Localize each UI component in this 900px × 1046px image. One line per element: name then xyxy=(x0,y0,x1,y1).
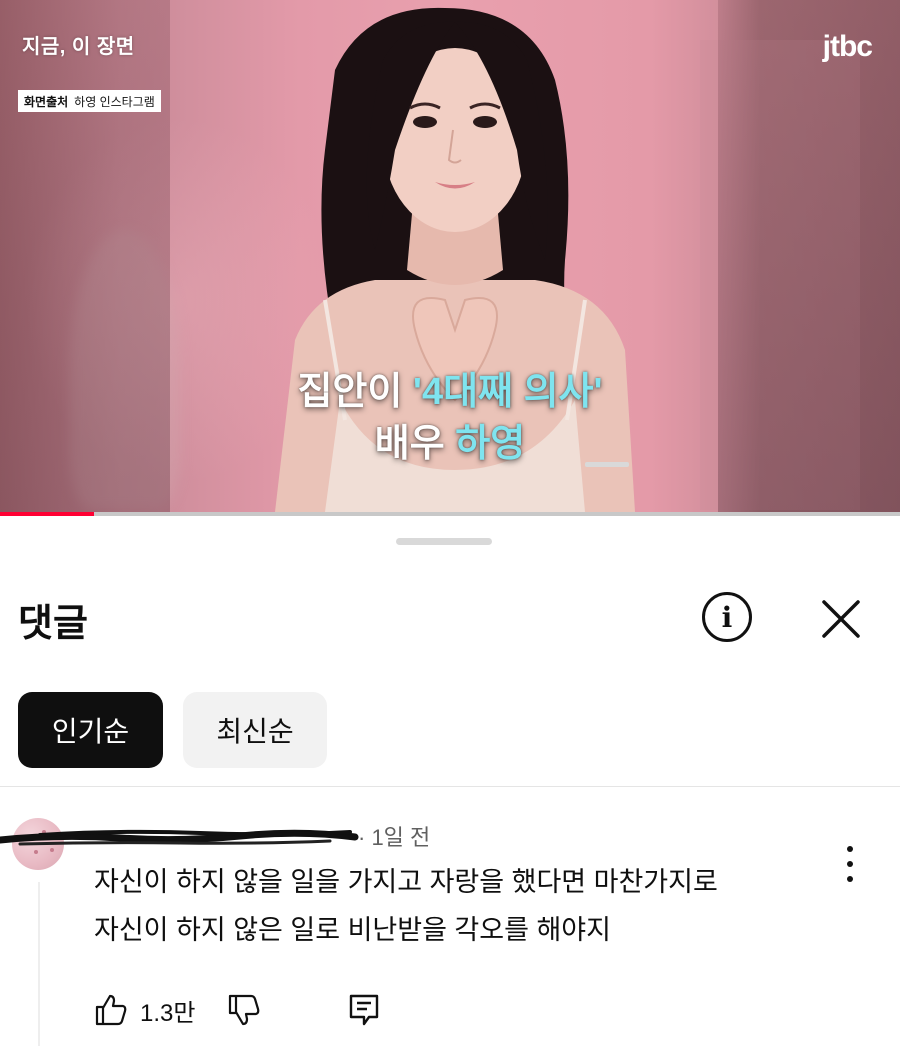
thread-line xyxy=(38,882,40,1046)
source-label-box: 화면출처 하영 인스타그램 xyxy=(18,90,161,112)
sort-tab-newest[interactable]: 최신순 xyxy=(183,692,327,768)
comment-time: · 1일 전 xyxy=(358,825,431,850)
caption-text: 집안이 xyxy=(297,371,413,413)
thumbs-down-icon[interactable] xyxy=(227,993,261,1027)
video-caption: 집안이 '4대째 의사' 배우 하영 xyxy=(0,366,900,470)
redacted-author-name xyxy=(0,829,359,846)
comments-sheet: 댓글 i 인기순 최신순 · 1일 전 자신이 하지 않을 일을 가지고 자랑을… xyxy=(0,516,900,1046)
comment-text-line: 자신이 하지 않을 일을 가지고 자랑을 했다면 마찬가지로 xyxy=(94,867,718,897)
source-value: 하영 인스타그램 xyxy=(74,94,155,109)
reply-icon[interactable] xyxy=(347,993,381,1027)
thumbs-up-icon[interactable] xyxy=(94,993,128,1027)
divider xyxy=(0,786,900,787)
caption-highlight: '4대째 의사' xyxy=(412,371,603,413)
comment-text-line: 자신이 하지 않은 일로 비난받을 각오를 해야지 xyxy=(94,915,611,945)
caption-text: 배우 xyxy=(374,423,456,465)
video-player[interactable]: 지금, 이 장면 화면출처 하영 인스타그램 jtbc 집안이 '4대째 의사'… xyxy=(0,0,900,512)
caption-line-2: 배우 하영 xyxy=(0,418,900,470)
info-icon[interactable]: i xyxy=(702,592,752,642)
comment-actions: 1.3만 xyxy=(94,990,381,1030)
caption-highlight: 하영 xyxy=(455,423,526,465)
drag-handle[interactable] xyxy=(396,538,492,545)
comment-text: 자신이 하지 않을 일을 가지고 자랑을 했다면 마찬가지로 자신이 하지 않은… xyxy=(94,858,854,954)
comment-item: · 1일 전 자신이 하지 않을 일을 가지고 자랑을 했다면 마찬가지로 자신… xyxy=(0,806,900,1046)
like-count: 1.3만 xyxy=(140,999,196,1027)
caption-line-1: 집안이 '4대째 의사' xyxy=(0,366,900,418)
comments-title: 댓글 xyxy=(18,603,88,645)
close-icon[interactable] xyxy=(818,596,864,642)
sort-tab-popular[interactable]: 인기순 xyxy=(18,692,163,768)
source-label: 화면출처 xyxy=(24,94,69,109)
channel-logo: jtbc xyxy=(822,30,873,63)
video-overlay-title: 지금, 이 장면 xyxy=(22,36,135,58)
